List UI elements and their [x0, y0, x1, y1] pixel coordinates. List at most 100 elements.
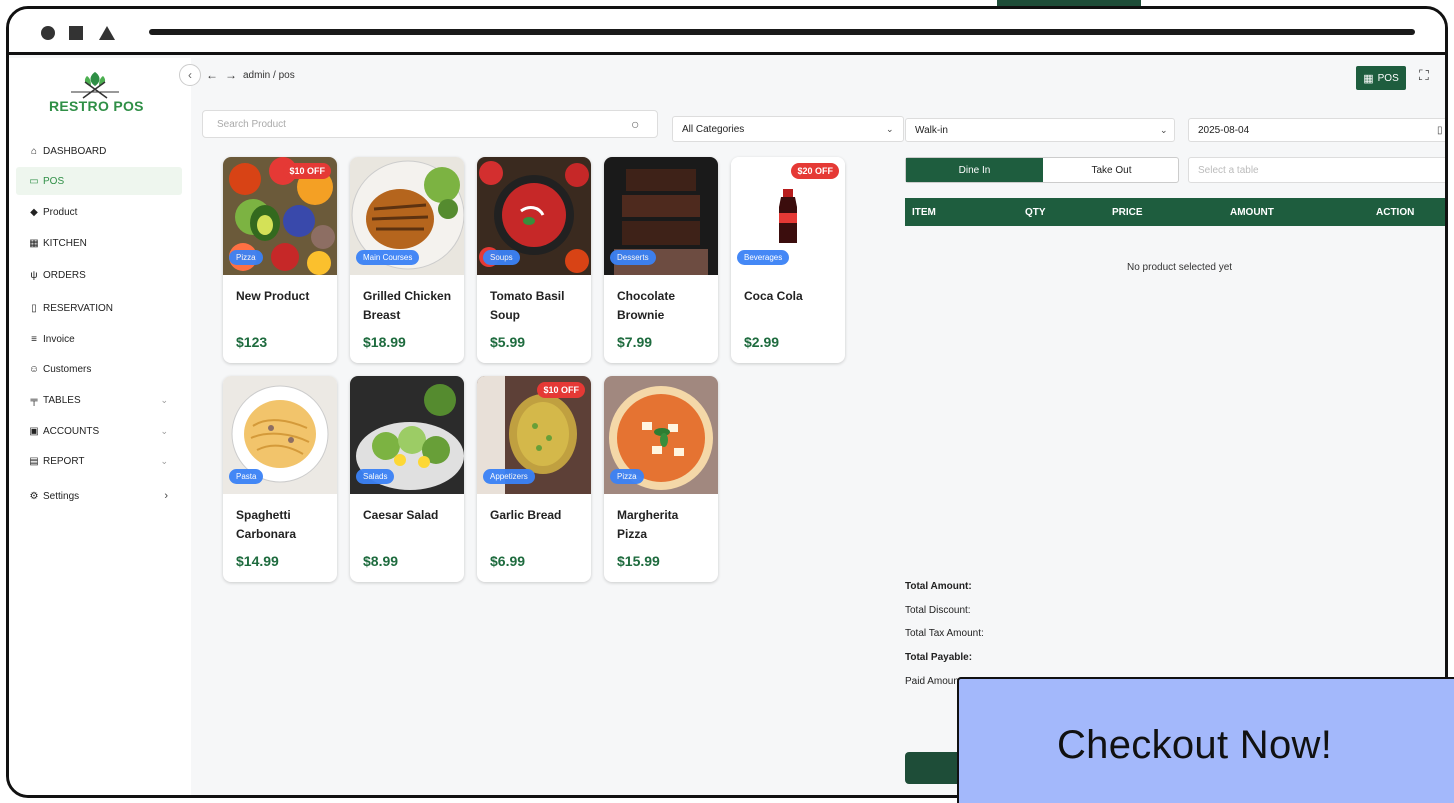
product-name: Tomato Basil Soup — [490, 289, 565, 322]
product-name: Caesar Salad — [363, 508, 439, 522]
sidebar-item-label: Customers — [43, 363, 92, 375]
forward-arrow-icon[interactable]: → — [225, 68, 237, 82]
product-card[interactable]: Soups Tomato Basil Soup $5.99 — [477, 157, 591, 363]
sidebar-item-tables[interactable]: ╤ TABLES ⌄ — [16, 386, 182, 414]
sidebar-item-invoice[interactable]: ≡ Invoice — [16, 325, 182, 353]
customer-select[interactable]: Walk-in ⌄ — [905, 118, 1175, 142]
category-badge: Salads — [356, 469, 395, 484]
column-header: PRICE — [1112, 207, 1143, 218]
product-price: $8.99 — [363, 553, 399, 569]
product-card[interactable]: Salads Caesar Salad $8.99 — [350, 376, 464, 582]
pos-mode-button[interactable]: ▦ POS — [1356, 66, 1406, 90]
sidebar-item-kitchen[interactable]: ▦ KITCHEN — [16, 229, 182, 257]
product-card[interactable]: Pizza Margherita Pizza $15.99 — [604, 376, 718, 582]
chevron-right-icon: › — [164, 490, 168, 502]
sidebar-item-label: REPORT — [43, 455, 85, 467]
sidebar-item-settings[interactable]: ⚙ Settings › — [16, 482, 182, 510]
product-name: Garlic Bread — [490, 508, 562, 522]
circle-icon — [41, 26, 55, 40]
sidebar-item-label: TABLES — [43, 394, 81, 406]
total-discount-label: Total Discount: — [905, 605, 971, 616]
sidebar-item-label: ACCOUNTS — [43, 425, 100, 437]
window-titlebar — [9, 9, 1445, 55]
date-field-value: 2025-08-04 — [1198, 124, 1250, 136]
product-card[interactable]: $20 OFF Beverages Coca Cola $2.99 — [731, 157, 845, 363]
book-icon: ▯ — [31, 302, 37, 314]
product-name: New Product — [236, 289, 310, 303]
column-header: ITEM — [912, 207, 936, 218]
sidebar-item-accounts[interactable]: ▣ ACCOUNTS ⌄ — [16, 417, 182, 445]
breadcrumb: admin / pos — [243, 70, 295, 81]
report-icon: ▤ — [29, 455, 39, 467]
sidebar-item-label: KITCHEN — [43, 237, 87, 249]
tag-icon: ◆ — [30, 206, 38, 218]
sidebar-item-customers[interactable]: ☺ Customers — [16, 355, 182, 383]
product-price: $2.99 — [744, 334, 780, 350]
sidebar-item-report[interactable]: ▤ REPORT ⌄ — [16, 447, 182, 475]
sidebar: RESTRO POS ⌂ DASHBOARD ▭ POS ◆ Product ▦… — [9, 58, 191, 795]
product-price: $7.99 — [617, 334, 653, 350]
chevron-down-icon: ⌄ — [1160, 125, 1168, 135]
chevron-down-icon: ⌄ — [160, 455, 168, 466]
paid-amount-label: Paid Amount: — [905, 676, 965, 687]
grid-icon: ▦ — [1363, 72, 1374, 85]
app-logo-text: RESTRO POS — [49, 98, 144, 114]
order-type-toggle: Dine In Take Out — [905, 157, 1179, 183]
dine-in-button[interactable]: Dine In — [906, 158, 1043, 182]
search-input[interactable]: Search Product — [202, 110, 658, 138]
sidebar-item-label: DASHBOARD — [43, 145, 107, 157]
date-field[interactable]: 2025-08-04 ▯ — [1188, 118, 1445, 142]
triangle-icon — [99, 26, 115, 40]
product-card[interactable]: Pasta Spaghetti Carbonara $14.99 — [223, 376, 337, 582]
chevron-down-icon: ⌄ — [886, 124, 894, 134]
category-badge: Pasta — [229, 469, 264, 484]
user-icon: ☺ — [28, 363, 40, 375]
chevron-down-icon: ⌄ — [160, 425, 168, 436]
sidebar-item-reservation[interactable]: ▯ RESERVATION — [16, 294, 182, 322]
kitchen-icon: ▦ — [29, 237, 39, 249]
product-name: Chocolate Brownie — [617, 289, 676, 322]
gear-icon: ⚙ — [29, 490, 39, 502]
address-bar — [149, 29, 1415, 35]
search-icon: ○ — [631, 116, 640, 132]
discount-badge: $20 OFF — [791, 163, 839, 179]
product-card[interactable]: Desserts Chocolate Brownie $7.99 — [604, 157, 718, 363]
category-select[interactable]: All Categories ⌄ — [672, 116, 904, 142]
fullscreen-icon[interactable]: ⛶ — [1419, 67, 1429, 84]
product-price: $5.99 — [490, 334, 526, 350]
sidebar-item-label: Settings — [43, 490, 80, 502]
sidebar-item-pos[interactable]: ▭ POS — [16, 167, 182, 195]
checkout-now-text: Checkout Now! — [1057, 723, 1333, 767]
category-select-value: All Categories — [682, 123, 745, 135]
sidebar-item-dashboard[interactable]: ⌂ DASHBOARD — [16, 137, 182, 165]
total-payable-label: Total Payable: — [905, 652, 973, 663]
back-arrow-icon[interactable]: ← — [206, 68, 218, 82]
utensils-icon: ψ — [30, 269, 38, 281]
pos-mode-label: POS — [1377, 72, 1399, 84]
category-badge: Main Courses — [356, 250, 420, 265]
sidebar-item-label: POS — [43, 175, 65, 187]
column-header: QTY — [1025, 207, 1046, 218]
sidebar-item-orders[interactable]: ψ ORDERS — [16, 261, 182, 289]
take-out-button[interactable]: Take Out — [1043, 158, 1180, 182]
product-card[interactable]: Main Courses Grilled Chicken Breast $18.… — [350, 157, 464, 363]
product-price: $18.99 — [363, 334, 406, 350]
category-badge: Soups — [483, 250, 520, 265]
checkout-now-banner[interactable]: Checkout Now! — [957, 677, 1454, 803]
table-select[interactable]: Select a table — [1188, 157, 1445, 183]
column-header: ACTION — [1376, 207, 1415, 218]
customer-select-value: Walk-in — [915, 124, 948, 136]
home-icon: ⌂ — [30, 145, 38, 157]
category-badge: Pizza — [610, 469, 644, 484]
product-card[interactable]: $10 OFF Pizza New Product $123 — [223, 157, 337, 363]
total-tax-label: Total Tax Amount: — [905, 628, 984, 639]
collapse-sidebar-button[interactable]: ‹ — [179, 64, 201, 86]
product-name: Grilled Chicken Breast — [363, 289, 452, 322]
screenshot-stage: RESTRO POS ⌂ DASHBOARD ▭ POS ◆ Product ▦… — [0, 0, 1454, 803]
category-badge: Beverages — [737, 250, 790, 265]
product-card[interactable]: $10 OFF Appetizers Garlic Bread $6.99 — [477, 376, 591, 582]
chevron-down-icon: ⌄ — [160, 394, 168, 405]
sidebar-item-product[interactable]: ◆ Product — [16, 198, 182, 226]
sidebar-item-label: Invoice — [43, 333, 75, 345]
discount-badge: $10 OFF — [283, 163, 331, 179]
